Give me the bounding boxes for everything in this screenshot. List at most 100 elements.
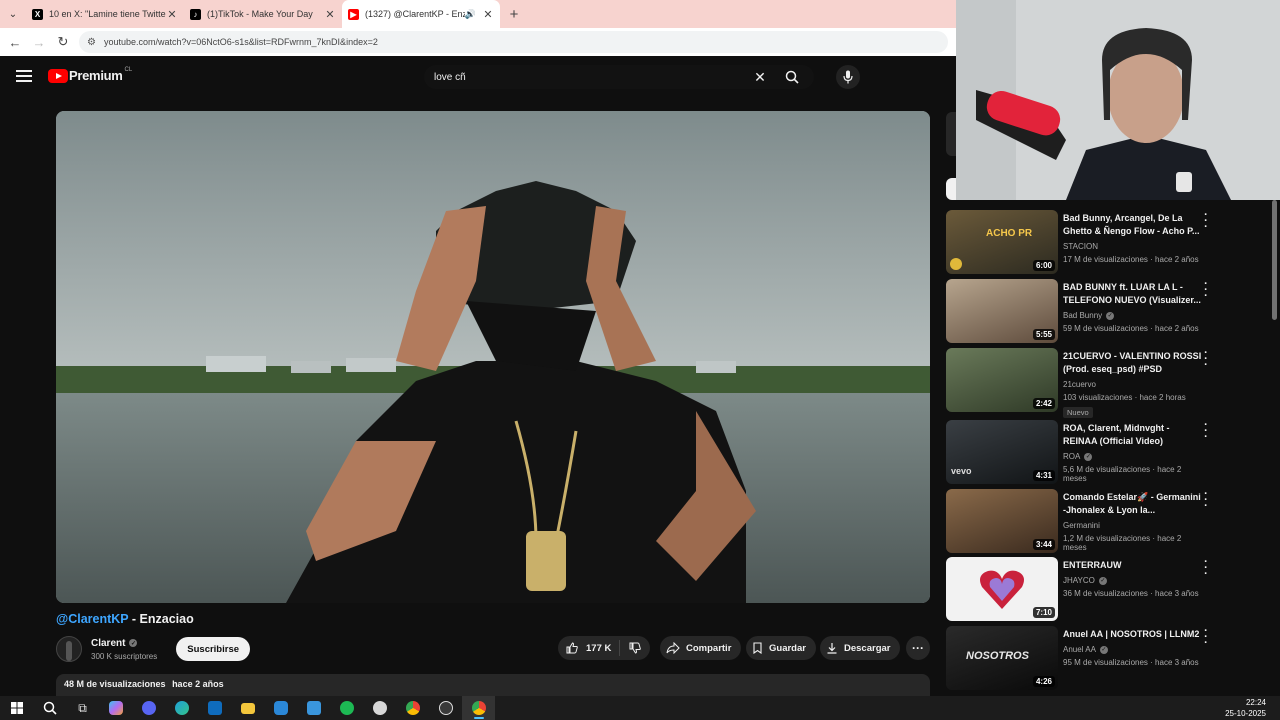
duration-badge: 7:10 xyxy=(1032,607,1055,618)
channel-avatar[interactable] xyxy=(56,636,82,662)
list-item[interactable]: NOSOTROS 4:26 Anuel AA | NOSOTROS | LLNM… xyxy=(946,626,1226,690)
edge-icon[interactable] xyxy=(165,696,198,720)
file-explorer-icon[interactable] xyxy=(231,696,264,720)
outlook-icon[interactable] xyxy=(198,696,231,720)
item-stats: 103 visualizaciones · hace 2 horas xyxy=(1063,393,1186,402)
list-item[interactable]: ACHO PR 6:00 Bad Bunny, Arcangel, De La … xyxy=(946,210,1226,274)
video-thumbnail[interactable]: vevo 4:31 xyxy=(946,420,1058,484)
chrome-active-icon[interactable] xyxy=(462,696,495,720)
reload-icon[interactable]: ↻ xyxy=(51,34,75,50)
close-tab-icon[interactable]: ✕ xyxy=(482,8,494,21)
list-item[interactable]: vevo 4:31 ROA, Clarent, Midnvght - REINA… xyxy=(946,420,1226,484)
spotify-icon[interactable] xyxy=(330,696,363,720)
close-tab-icon[interactable]: ✕ xyxy=(324,8,336,21)
item-menu-icon[interactable]: · · · xyxy=(1202,279,1210,302)
close-tab-icon[interactable]: ✕ xyxy=(166,8,178,21)
item-title[interactable]: Anuel AA | NOSOTROS | LLNM2 xyxy=(1063,628,1205,641)
item-channel[interactable]: Bad Bunny xyxy=(1063,311,1102,320)
subscribe-button[interactable]: Suscribirse xyxy=(176,637,251,661)
item-menu-icon[interactable]: · · · xyxy=(1202,420,1210,443)
list-item[interactable]: 2:42 21CUERVO - VALENTINO ROSSI (Prod. e… xyxy=(946,348,1226,418)
video-thumbnail[interactable]: 2:42 xyxy=(946,348,1058,412)
item-title[interactable]: Bad Bunny, Arcangel, De La Ghetto & Ñeng… xyxy=(1063,212,1205,238)
app2-icon[interactable] xyxy=(363,696,396,720)
task-view-icon[interactable]: ⧉ xyxy=(66,696,99,720)
item-menu-icon[interactable]: · · · xyxy=(1202,626,1210,649)
item-title[interactable]: ENTERRAUW xyxy=(1063,559,1205,572)
item-channel[interactable]: 21cuervo xyxy=(1063,380,1096,389)
voice-search-icon[interactable] xyxy=(836,65,860,89)
save-button[interactable]: Guardar xyxy=(746,636,816,660)
app-icon[interactable] xyxy=(264,696,297,720)
tab-search-icon[interactable]: ⌄ xyxy=(0,0,26,28)
browser-tab-tiktok[interactable]: ♪ (1)TikTok - Make Your Day ✕ xyxy=(184,0,342,28)
item-title[interactable]: 21CUERVO - VALENTINO ROSSI (Prod. eseq_p… xyxy=(1063,350,1205,376)
video-thumbnail[interactable]: 7:10 xyxy=(946,557,1058,621)
windows-taskbar: ⧉ 22:24 25-10-2025 xyxy=(0,696,1280,720)
description-box[interactable]: 48 M de visualizaciones hace 2 años xyxy=(56,674,930,696)
item-channel[interactable]: ROA xyxy=(1063,452,1080,461)
list-item[interactable]: 7:10 ENTERRAUW JHAYCO ✓ 36 M de visualiza… xyxy=(946,557,1226,621)
tab-title: (1)TikTok - Make Your Day xyxy=(207,9,313,19)
browser-tab-x[interactable]: X 10 en X: "Lamine tiene Twitter... ✕ xyxy=(26,0,184,28)
browser-tab-strip: ⌄ X 10 en X: "Lamine tiene Twitter... ✕ … xyxy=(0,0,956,28)
clock-time: 22:24 xyxy=(1245,698,1266,707)
discord-icon[interactable] xyxy=(132,696,165,720)
video-thumbnail[interactable]: 5:55 xyxy=(946,279,1058,343)
video-thumbnail[interactable]: ACHO PR 6:00 xyxy=(946,210,1058,274)
more-actions-icon[interactable]: ··· xyxy=(906,636,930,660)
system-clock[interactable]: 22:24 25-10-2025 xyxy=(1225,697,1266,719)
channel-logo-icon xyxy=(950,258,962,270)
address-bar[interactable]: ⚙ youtube.com/watch?v=06NctO6-s1s&list=R… xyxy=(79,31,948,53)
video-thumbnail[interactable]: NOSOTROS 4:26 xyxy=(946,626,1058,690)
item-title[interactable]: BAD BUNNY ft. LUAR LA L - TELEFONO NUEVO… xyxy=(1063,281,1205,307)
site-info-icon[interactable]: ⚙ xyxy=(87,37,96,48)
speaker-icon[interactable]: 🔊 xyxy=(465,9,476,20)
channel-name[interactable]: Clarent xyxy=(91,638,125,649)
sidebar-scrollbar[interactable] xyxy=(1272,200,1277,320)
verified-icon: ✓ xyxy=(1098,576,1107,585)
duration-badge: 6:00 xyxy=(1032,260,1055,271)
forward-icon[interactable]: → xyxy=(27,35,51,50)
video-title: @ClarentKP - Enzaciao xyxy=(56,612,194,626)
like-button[interactable]: 177 K xyxy=(558,640,620,656)
back-icon[interactable]: ← xyxy=(3,35,27,50)
obs-icon[interactable] xyxy=(429,696,462,720)
item-menu-icon[interactable]: · · · xyxy=(1202,210,1210,233)
video-player[interactable] xyxy=(56,111,930,603)
search-box[interactable]: love cñ ✕ xyxy=(424,65,814,89)
video-thumbnail[interactable]: 3:44 xyxy=(946,489,1058,553)
thumbnail-text: NOSOTROS xyxy=(966,650,1029,662)
chrome-icon[interactable] xyxy=(396,696,429,720)
taskbar-search-icon[interactable] xyxy=(33,696,66,720)
item-menu-icon[interactable]: · · · xyxy=(1202,557,1210,580)
store-icon[interactable] xyxy=(297,696,330,720)
item-channel[interactable]: Anuel AA xyxy=(1063,645,1096,654)
item-stats: 59 M de visualizaciones · hace 2 años xyxy=(1063,324,1199,333)
list-item[interactable]: 5:55 BAD BUNNY ft. LUAR LA L - TELEFONO … xyxy=(946,279,1226,343)
item-title[interactable]: ROA, Clarent, Midnvght - REINAA (Officia… xyxy=(1063,422,1205,448)
share-button[interactable]: Compartir xyxy=(660,636,742,660)
list-item[interactable]: 3:44 Comando Estelar🚀 - Germanini -Jhona… xyxy=(946,489,1226,553)
search-icon[interactable] xyxy=(770,65,814,89)
channel-handle-link[interactable]: @ClarentKP xyxy=(56,612,128,626)
download-button[interactable]: Descargar xyxy=(820,636,901,660)
item-title[interactable]: Comando Estelar🚀 - Germanini -Jhonalex &… xyxy=(1063,491,1205,517)
item-menu-icon[interactable]: · · · xyxy=(1202,489,1210,512)
clear-search-icon[interactable]: ✕ xyxy=(750,69,770,86)
search-input[interactable]: love cñ xyxy=(424,72,750,83)
youtube-logo[interactable]: Premium CL xyxy=(48,67,132,83)
dislike-button[interactable] xyxy=(620,642,650,654)
screen: ⌄ X 10 en X: "Lamine tiene Twitter... ✕ … xyxy=(0,0,1280,720)
item-menu-icon[interactable]: · · · xyxy=(1202,348,1210,371)
item-channel[interactable]: STACION xyxy=(1063,242,1098,251)
share-label: Compartir xyxy=(686,642,732,654)
browser-tab-youtube[interactable]: ▶ (1327) @ClarentKP - Enzaci... 🔊 ✕ xyxy=(342,0,500,28)
menu-icon[interactable] xyxy=(16,70,32,82)
item-channel[interactable]: Germanini xyxy=(1063,521,1100,530)
copilot-icon[interactable] xyxy=(99,696,132,720)
item-channel[interactable]: JHAYCO xyxy=(1063,576,1095,585)
start-icon[interactable] xyxy=(0,696,33,720)
share-icon xyxy=(666,642,680,654)
new-tab-button[interactable]: + xyxy=(500,6,528,23)
